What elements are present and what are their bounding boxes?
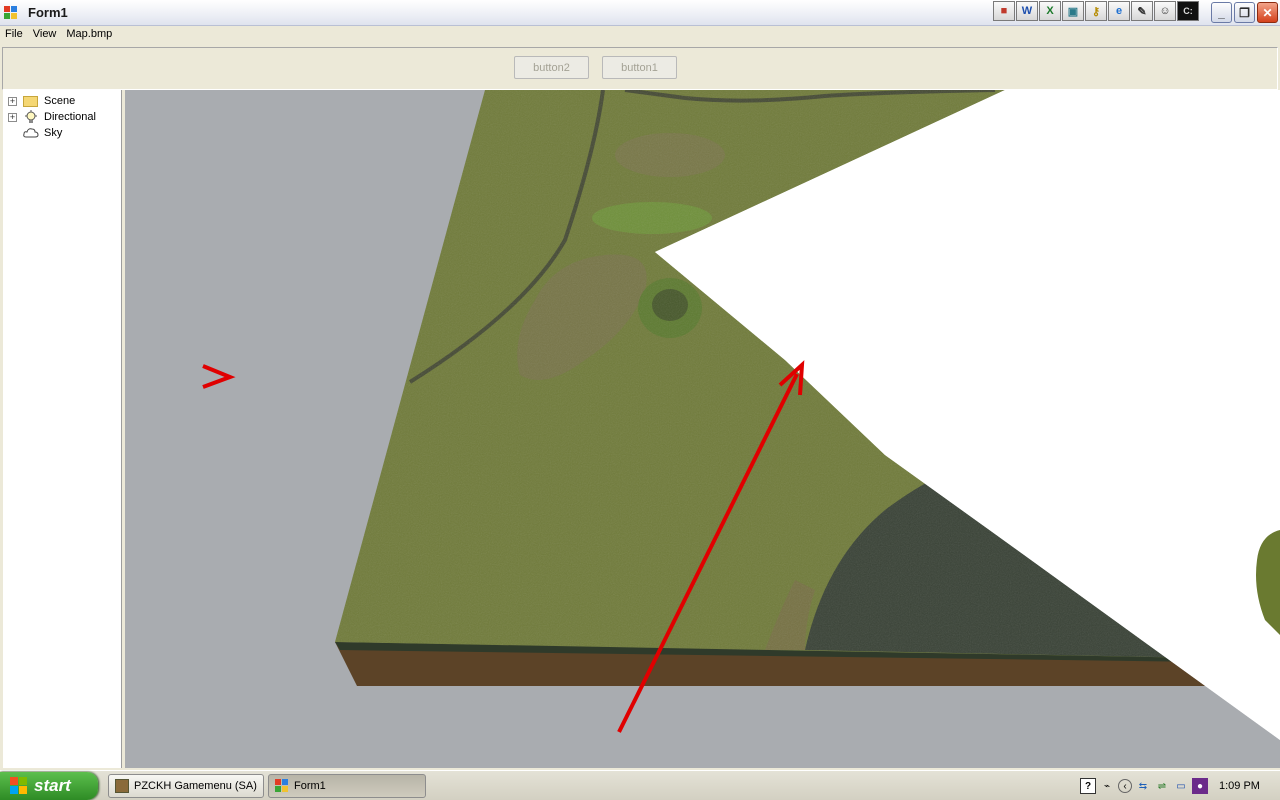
tree-item-label: Scene [44,95,76,107]
tree-item-sky[interactable]: Sky [3,125,121,141]
minimize-button[interactable]: _ [1211,2,1232,23]
tree-item-directional[interactable]: + Directional [3,109,121,125]
app-icon [4,6,18,20]
menu-file[interactable]: File [0,26,28,45]
ie-icon[interactable]: e [1108,1,1130,21]
quicklaunch-toolbar: ■ W X ▣ ⚷ e ✎ ☺ C: [993,1,1199,23]
palette-icon[interactable]: ■ [993,1,1015,21]
toolbar-panel: button2 button1 [2,47,1278,90]
system-tray: ? ⌁ ‹ ⇆ ⇌ ▭ ● 1:09 PM [1080,772,1280,800]
tree-item-scene[interactable]: + Scene [3,93,121,109]
window-title: Form1 [28,5,68,20]
menu-view[interactable]: View [28,26,62,45]
network-icon[interactable]: ⇆ [1135,778,1151,794]
title-bar: Form1 ■ W X ▣ ⚷ e ✎ ☺ C: _ ❐ ✕ [0,0,1280,26]
key-icon[interactable]: ⚷ [1085,1,1107,21]
media-icon[interactable]: ● [1192,778,1208,794]
game-icon [115,779,129,793]
excel-icon[interactable]: X [1039,1,1061,21]
paint-icon[interactable]: ✎ [1131,1,1153,21]
connection-icon[interactable]: ⇌ [1154,778,1170,794]
lightbulb-icon [23,110,39,124]
tree-item-label: Directional [44,111,96,123]
task-label: PZCKH Gamemenu (SA) [134,780,257,792]
red-chevron-marker [202,364,236,389]
chevron-left-icon[interactable]: ‹ [1118,779,1132,793]
scene-tree: + Scene + Directional Sky [3,90,122,768]
start-button[interactable]: start [0,772,98,800]
help-icon[interactable]: ? [1080,778,1096,794]
folder-icon [23,94,39,108]
usb-icon[interactable]: ⌁ [1099,778,1115,794]
expand-icon[interactable]: + [8,97,17,106]
display-icon[interactable]: ▭ [1173,778,1189,794]
cloud-icon [23,126,39,140]
tree-item-label: Sky [44,127,63,139]
task-label: Form1 [294,780,326,792]
restore-button[interactable]: ❐ [1234,2,1255,23]
chat-icon[interactable]: ☺ [1154,1,1176,21]
expand-icon[interactable]: + [8,113,17,122]
menu-map-bmp[interactable]: Map.bmp [61,26,117,45]
close-button[interactable]: ✕ [1257,2,1278,23]
task-pzckh-gamemenu[interactable]: PZCKH Gamemenu (SA) [108,774,264,798]
task-form1[interactable]: Form1 [268,774,426,798]
app-icon [275,779,289,793]
taskbar: start PZCKH Gamemenu (SA) Form1 ? ⌁ ‹ ⇆ … [0,770,1280,800]
terrain-render [202,90,1280,740]
button2[interactable]: button2 [514,56,589,79]
start-label: start [34,776,71,795]
render-viewport[interactable] [125,90,1280,768]
clock: 1:09 PM [1219,780,1260,792]
button1[interactable]: button1 [602,56,677,79]
menu-bar: File View Map.bmp [0,26,1280,45]
monitor-icon[interactable]: ▣ [1062,1,1084,21]
word-icon[interactable]: W [1016,1,1038,21]
cmd-icon[interactable]: C: [1177,1,1199,21]
windows-flag-icon [10,777,28,795]
